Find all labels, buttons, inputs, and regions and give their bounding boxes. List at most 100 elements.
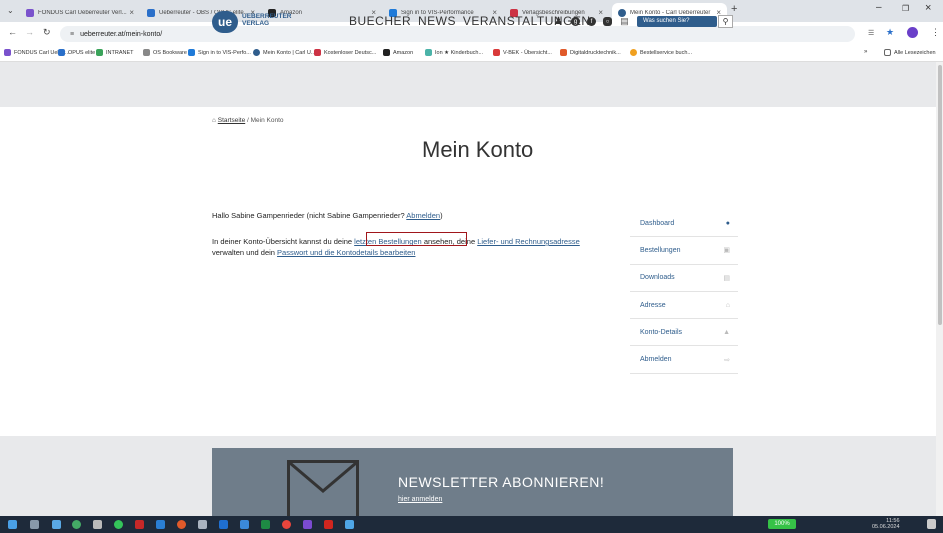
logo-line: VERLAG <box>242 20 270 27</box>
scrollbar-thumb[interactable] <box>938 65 942 325</box>
bookmarks-bar: FONDUS Carl Ueber... OPUS elite INTRANET… <box>0 46 943 62</box>
account-nav-dashboard[interactable]: Dashboard ● <box>630 210 738 238</box>
bookmark-item[interactable]: Digitaldrucktechnik... <box>560 49 621 56</box>
goodreads-icon[interactable]: g <box>571 17 580 26</box>
account-nav-label: Konto-Details <box>640 328 683 336</box>
search-button[interactable]: ⚲ <box>718 15 733 28</box>
clock[interactable]: 11:56 05.06.2024 <box>872 518 900 530</box>
bookmark-item[interactable]: Bestellservice buch... <box>630 49 692 56</box>
bookmark-item[interactable]: OS Bookware <box>143 49 187 56</box>
windows-taskbar <box>0 516 943 533</box>
clock-date: 05.06.2024 <box>872 524 900 530</box>
search-taskbar-icon[interactable] <box>30 520 39 529</box>
battery-indicator[interactable]: 100% <box>768 519 796 529</box>
account-nav-orders[interactable]: Bestellungen ▣ <box>630 237 738 265</box>
facebook-icon[interactable]: f <box>587 17 596 26</box>
filezilla-icon[interactable] <box>135 520 144 529</box>
home-icon[interactable]: ⌂ <box>212 117 216 124</box>
tab-list-icon[interactable]: ⌄ <box>7 6 14 15</box>
bookmark-star-icon[interactable]: ★ <box>886 27 894 38</box>
profile-avatar[interactable] <box>907 27 918 38</box>
search-input[interactable]: Was suchen Sie? <box>637 16 717 27</box>
logout-link[interactable]: Abmelden <box>406 211 440 220</box>
bookmark-item[interactable]: V-BEK - Übersicht... <box>493 49 552 56</box>
dashboard-icon: ● <box>725 219 730 227</box>
maximize-icon[interactable]: ❐ <box>902 4 909 13</box>
wifi-icon[interactable] <box>52 520 61 529</box>
account-navigation: Dashboard ● Bestellungen ▣ Downloads ▤ Adre… <box>630 210 738 374</box>
forward-icon[interactable]: → <box>25 27 34 37</box>
app-icon[interactable] <box>93 520 102 529</box>
account-nav-label: Bestellungen <box>640 246 681 254</box>
app-icon[interactable] <box>177 520 186 529</box>
browser-tab[interactable]: FONDUS Carl Ueberreuter Verl... × <box>20 3 140 22</box>
instagram-icon[interactable]: ○ <box>603 17 612 26</box>
chrome-icon[interactable] <box>282 520 291 529</box>
account-nav-label: Adresse <box>640 301 666 309</box>
bookmark-item[interactable]: Ion ★ Kinderbuch... <box>425 49 483 56</box>
site-header <box>0 62 936 107</box>
envelope-icon <box>287 460 359 516</box>
home-icon: ⌂ <box>725 301 730 309</box>
acrobat-icon[interactable] <box>324 520 333 529</box>
app-icon[interactable] <box>240 520 249 529</box>
logo-line: UEBERREUTER <box>242 13 292 20</box>
tab-close-icon[interactable]: × <box>598 8 603 17</box>
overview-text-part: In deiner Konto-Übersicht kannst du dein… <box>212 237 355 246</box>
overview-text-part: verwalten und dein <box>212 248 278 257</box>
notification-icon[interactable] <box>927 519 936 529</box>
site-logo-text[interactable]: UEBERREUTER VERLAG <box>242 13 292 27</box>
all-bookmarks-folder[interactable]: Alle Lesezeichen <box>884 49 936 56</box>
bookmark-item[interactable]: OPUS elite <box>58 49 95 56</box>
bookmark-item[interactable]: Amazon <box>383 49 413 56</box>
new-tab-icon[interactable]: + <box>731 3 737 15</box>
address-text: ueberreuter.at/mein-konto/ <box>80 30 163 38</box>
breadcrumb-home-link[interactable]: Startseite <box>218 117 245 124</box>
account-nav-logout[interactable]: Abmelden ⇨ <box>630 346 738 374</box>
file-icon: ▤ <box>723 274 730 282</box>
addresses-link[interactable]: Liefer- und Rechnungsadresse <box>477 237 580 246</box>
account-nav-label: Dashboard <box>640 219 675 227</box>
tab-favicon-icon <box>147 8 155 17</box>
app-icon[interactable] <box>345 520 354 529</box>
site-info-icon[interactable]: ≡ <box>70 31 74 38</box>
account-nav-label: Downloads <box>640 274 675 282</box>
tab-label: FONDUS Carl Ueberreuter Verl... <box>38 9 127 16</box>
account-nav-label: Abmelden <box>640 356 672 364</box>
start-icon[interactable] <box>8 520 17 529</box>
bookmark-item[interactable]: INTRANET <box>96 49 134 56</box>
account-nav-address[interactable]: Adresse ⌂ <box>630 292 738 320</box>
reload-icon[interactable]: ↻ <box>43 27 51 38</box>
excel-icon[interactable] <box>261 520 270 529</box>
breadcrumb-current: Mein Konto <box>250 117 284 124</box>
translate-icon[interactable]: ☰ <box>868 29 874 37</box>
greeting-text-part: Hallo Sabine Gampenrieder (nicht Sabine … <box>212 211 407 220</box>
tab-label: Mein Konto - Carl Ueberreuter <box>630 9 711 16</box>
account-nav-downloads[interactable]: Downloads ▤ <box>630 265 738 292</box>
app-icon[interactable] <box>198 520 207 529</box>
app-icon[interactable] <box>303 520 312 529</box>
tab-close-icon[interactable]: × <box>129 8 134 17</box>
address-bar[interactable]: ≡ ueberreuter.at/mein-konto/ <box>60 26 855 42</box>
cart-icon[interactable]: ▤ <box>620 16 629 26</box>
account-nav-details[interactable]: Konto-Details ▲ <box>630 319 738 347</box>
close-window-icon[interactable]: × <box>925 2 931 14</box>
account-details-link[interactable]: Passwort und die Kontodetails bearbeiten <box>277 248 415 257</box>
menu-icon[interactable]: ⋮ <box>931 27 940 38</box>
back-icon[interactable]: ← <box>8 27 17 37</box>
site-logo[interactable]: ue <box>212 11 238 33</box>
greeting-text-part: ) <box>440 211 443 220</box>
newsletter-signup-link[interactable]: hier anmelden <box>398 496 442 503</box>
minimize-icon[interactable]: – <box>876 2 882 13</box>
app-icon[interactable] <box>156 520 165 529</box>
bookmark-item[interactable]: Sign in to VIS-Perfo... <box>188 49 251 56</box>
bookmark-item[interactable]: Kostenloser Deutsc... <box>314 49 376 56</box>
app-icon[interactable] <box>72 520 81 529</box>
search-icon: ⚲ <box>722 17 729 26</box>
whatsapp-icon[interactable] <box>114 520 123 529</box>
bookmarks-overflow-icon[interactable]: » <box>864 49 867 55</box>
newsletter-title: NEWSLETTER ABONNIEREN! <box>398 474 605 490</box>
mascot-icon[interactable]: ♟ <box>554 16 563 27</box>
outlook-icon[interactable] <box>219 520 228 529</box>
bookmark-item[interactable]: Mein Konto | Carl U... <box>253 49 315 56</box>
